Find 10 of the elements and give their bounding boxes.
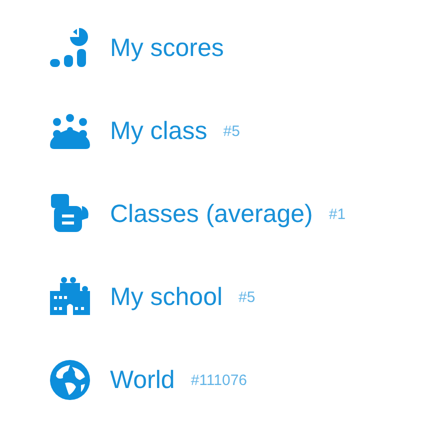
globe-icon (48, 358, 92, 402)
rank-label: #111076 (190, 372, 248, 388)
menu-item[interactable]: My school (110, 282, 223, 312)
rank-label: #5 (223, 122, 240, 140)
menu-item[interactable]: My scores (110, 34, 224, 62)
rank-label: #5 (238, 288, 256, 306)
menu-item[interactable]: World (110, 366, 175, 394)
menu-item[interactable]: My class (110, 116, 208, 146)
rank-label: #1 (328, 206, 346, 222)
menu-item[interactable]: Classes (average) (110, 200, 313, 228)
